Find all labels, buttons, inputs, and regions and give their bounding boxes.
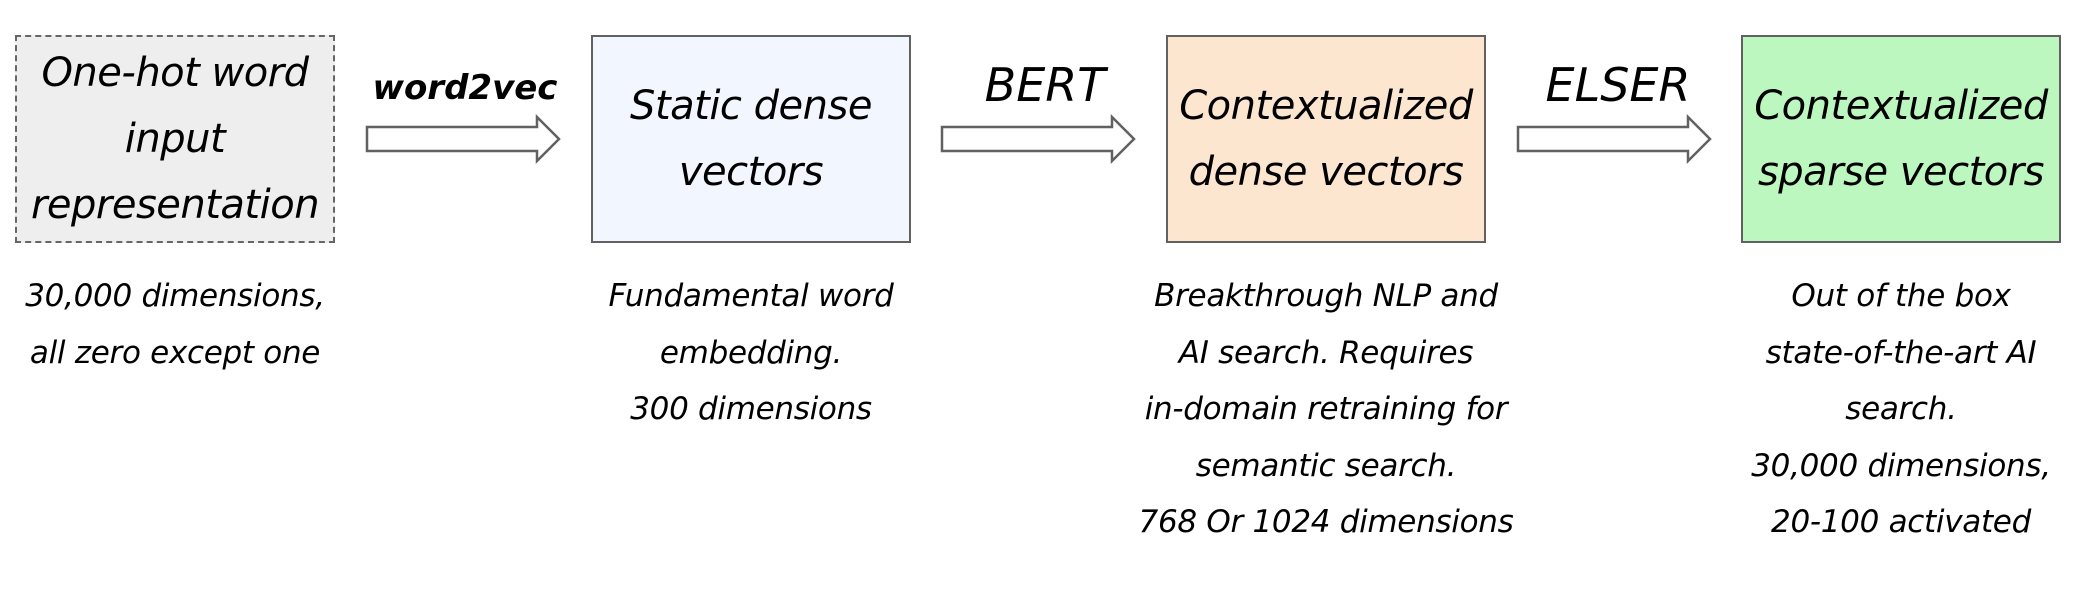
stage-description-contextualized-dense: Breakthrough NLP and AI search. Requires… — [1116, 268, 1536, 551]
stage-box-one-hot: One-hot word input representation — [15, 35, 335, 243]
stage-description-static-dense: Fundamental word embedding. 300 dimensio… — [541, 268, 961, 438]
stage-box-contextualized-dense: Contextualized dense vectors — [1166, 35, 1486, 243]
stage-box-static-dense: Static dense vectors — [591, 35, 911, 243]
arrow-right-icon — [1516, 113, 1712, 165]
description-line: 768 Or 1024 dimensions — [1138, 504, 1514, 540]
transition-label-word2vec: word2vec — [372, 68, 558, 108]
transition-label-elser: ELSER — [1545, 58, 1691, 112]
stage-title-static-dense: Static dense vectors — [630, 83, 872, 195]
stage-title-contextualized-dense: Contextualized dense vectors — [1179, 83, 1473, 195]
transition-label-bert: BERT — [984, 58, 1106, 112]
stage-title-contextualized-sparse: Contextualized sparse vectors — [1754, 83, 2048, 195]
description-line: Fundamental word — [608, 278, 894, 314]
description-line: embedding. — [659, 334, 843, 371]
arrow-right-icon — [365, 113, 561, 165]
description-line: in-domain retraining for — [1144, 391, 1508, 427]
description-line: AI search. Requires — [1178, 334, 1474, 371]
arrow-shape — [365, 113, 561, 165]
description-line: 30,000 dimensions, — [1751, 447, 2051, 484]
description-line: all zero except one — [29, 334, 321, 371]
stage-box-contextualized-sparse: Contextualized sparse vectors — [1741, 35, 2061, 243]
arrow-right-icon — [940, 113, 1136, 165]
description-line: search. — [1845, 391, 1957, 427]
description-line: 300 dimensions — [630, 391, 872, 427]
description-line: Out of the box — [1791, 278, 2011, 314]
stage-description-contextualized-sparse: Out of the box state-of-the-art AI searc… — [1691, 268, 2080, 551]
description-line: 30,000 dimensions, — [25, 278, 325, 314]
description-line: 20-100 activated — [1771, 504, 2031, 540]
description-line: state-of-the-art AI — [1765, 334, 2037, 371]
stage-title-one-hot: One-hot word input representation — [30, 50, 320, 228]
description-line: semantic search. — [1195, 447, 1457, 484]
description-line: Breakthrough NLP and — [1154, 278, 1498, 314]
arrow-shape — [1516, 113, 1712, 165]
stage-description-one-hot: 30,000 dimensions, all zero except one — [0, 268, 385, 381]
arrow-shape — [940, 113, 1136, 165]
